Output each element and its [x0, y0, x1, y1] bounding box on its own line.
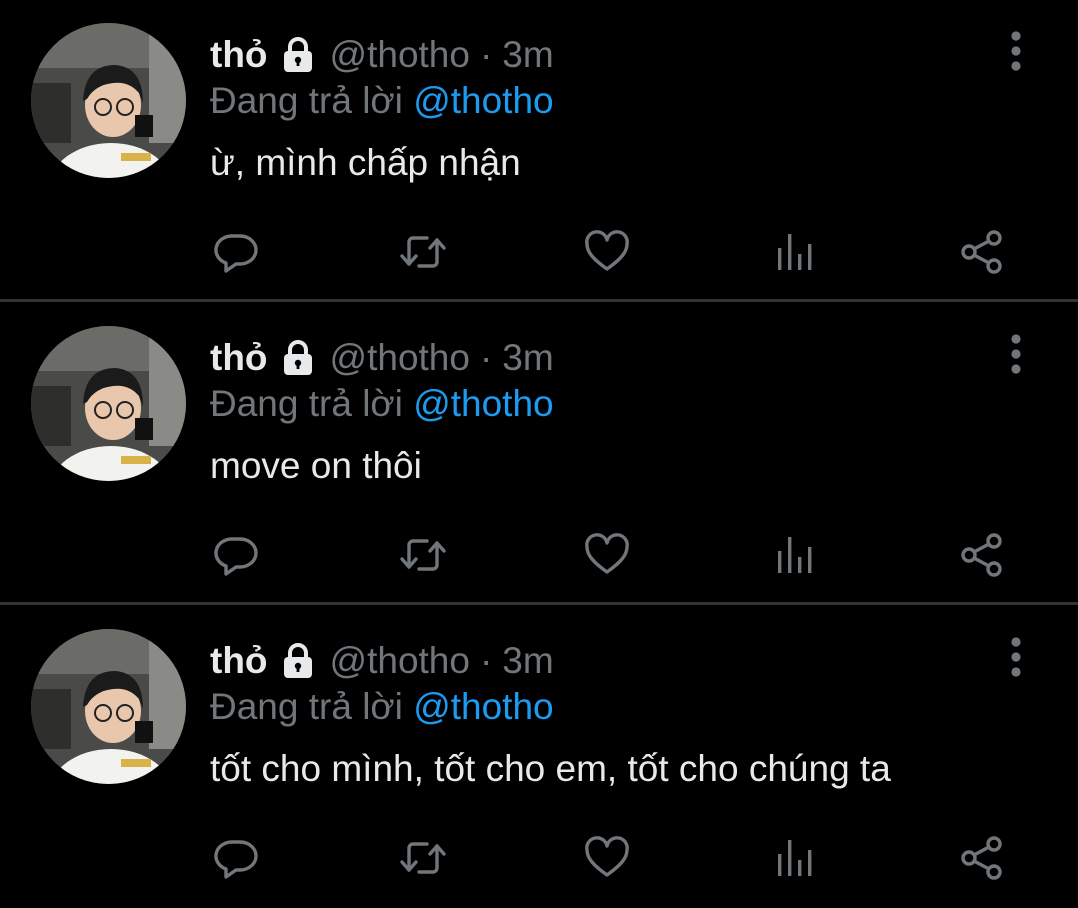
handle[interactable]: @thotho: [330, 34, 470, 76]
analytics-icon: [778, 840, 812, 876]
reply-button[interactable]: [210, 832, 262, 884]
reply-prefix: Đang trả lời: [210, 80, 403, 121]
lock-icon: [283, 643, 312, 678]
display-name[interactable]: thỏ: [210, 337, 268, 379]
timestamp[interactable]: 3m: [502, 640, 553, 682]
reply-mention-link[interactable]: @thotho: [413, 686, 553, 727]
tweet-header: thỏ @thotho · 3m: [210, 636, 554, 686]
timestamp[interactable]: 3m: [502, 34, 553, 76]
retweet-icon: [400, 236, 446, 268]
display-name[interactable]: thỏ: [210, 34, 268, 76]
avatar[interactable]: [31, 629, 186, 784]
share-button[interactable]: [956, 226, 1008, 278]
more-vertical-icon[interactable]: [1003, 28, 1029, 74]
tweet-divider: [0, 602, 1078, 605]
separator-dot: ·: [479, 640, 493, 681]
more-vertical-icon[interactable]: [1003, 331, 1029, 377]
share-button[interactable]: [956, 529, 1008, 581]
heart-icon: [585, 533, 629, 574]
more-vertical-icon[interactable]: [1003, 634, 1029, 680]
reply-context: Đang trả lời @thotho: [210, 80, 554, 122]
avatar[interactable]: [31, 23, 186, 178]
avatar[interactable]: [31, 326, 186, 481]
reply-context: Đang trả lời @thotho: [210, 383, 554, 425]
heart-icon: [585, 230, 629, 271]
reply-context: Đang trả lời @thotho: [210, 686, 554, 728]
like-button[interactable]: [581, 226, 633, 278]
analytics-icon: [778, 537, 812, 573]
separator-dot: ·: [479, 34, 493, 75]
tweet[interactable]: thỏ @thotho · 3m Đang trả lời @thotho mo…: [0, 303, 1078, 605]
tweet-text: move on thôi: [210, 445, 422, 486]
handle[interactable]: @thotho: [330, 640, 470, 682]
lock-icon: [283, 340, 312, 375]
analytics-button[interactable]: [768, 529, 820, 581]
analytics-button[interactable]: [768, 832, 820, 884]
retweet-button[interactable]: [397, 226, 449, 278]
display-name[interactable]: thỏ: [210, 640, 268, 682]
tweet-header: thỏ @thotho · 3m: [210, 333, 554, 383]
share-icon: [961, 836, 1002, 880]
share-icon: [961, 230, 1002, 274]
reply-prefix: Đang trả lời: [210, 686, 403, 727]
reply-icon: [214, 537, 258, 576]
reply-mention-link[interactable]: @thotho: [413, 80, 553, 121]
reply-icon: [214, 840, 258, 879]
heart-icon: [585, 836, 629, 877]
reply-prefix: Đang trả lời: [210, 383, 403, 424]
handle[interactable]: @thotho: [330, 337, 470, 379]
tweet-header: thỏ @thotho · 3m: [210, 30, 554, 80]
retweet-button[interactable]: [397, 529, 449, 581]
tweet-divider: [0, 299, 1078, 302]
reply-button[interactable]: [210, 226, 262, 278]
like-button[interactable]: [581, 832, 633, 884]
reply-button[interactable]: [210, 529, 262, 581]
timestamp[interactable]: 3m: [502, 337, 553, 379]
separator-dot: ·: [479, 337, 493, 378]
tweet-text: tốt cho mình, tốt cho em, tốt cho chúng …: [210, 748, 891, 789]
analytics-icon: [778, 234, 812, 270]
lock-icon: [283, 37, 312, 72]
like-button[interactable]: [581, 529, 633, 581]
reply-mention-link[interactable]: @thotho: [413, 383, 553, 424]
retweet-icon: [400, 539, 446, 571]
tweet[interactable]: thỏ @thotho · 3m Đang trả lời @thotho ừ,…: [0, 0, 1078, 302]
share-button[interactable]: [956, 832, 1008, 884]
tweet[interactable]: thỏ @thotho · 3m Đang trả lời @thotho tố…: [0, 606, 1078, 908]
retweet-icon: [400, 842, 446, 874]
retweet-button[interactable]: [397, 832, 449, 884]
share-icon: [961, 533, 1002, 577]
tweet-text: ừ, mình chấp nhận: [210, 142, 521, 183]
analytics-button[interactable]: [768, 226, 820, 278]
reply-icon: [214, 234, 258, 273]
